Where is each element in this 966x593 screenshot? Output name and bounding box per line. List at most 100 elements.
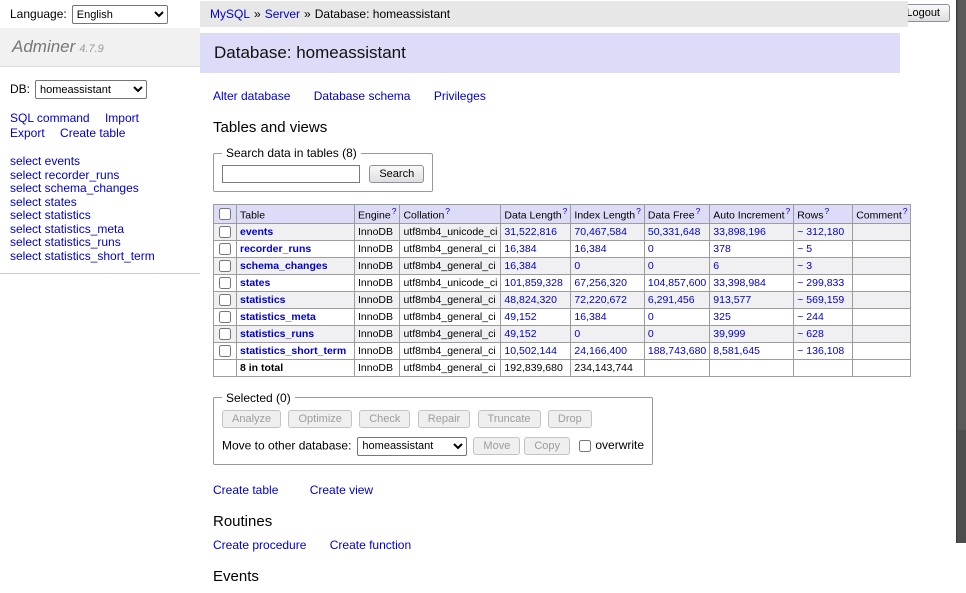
- table-name-link[interactable]: recorder_runs: [240, 243, 311, 255]
- index-length-link[interactable]: 0: [574, 328, 580, 340]
- auto-increment-link[interactable]: 33,398,984: [713, 277, 766, 289]
- data-length-link[interactable]: 101,859,328: [504, 277, 562, 289]
- selected-action-button[interactable]: Analyze: [222, 410, 281, 428]
- create-table-link[interactable]: Create table: [213, 483, 278, 497]
- data-free-link[interactable]: 50,331,648: [648, 226, 701, 238]
- index-length-link[interactable]: 16,384: [574, 243, 606, 255]
- rows-count-link[interactable]: ~ 5: [797, 243, 812, 255]
- data-length-link[interactable]: 16,384: [504, 260, 536, 272]
- data-free-link[interactable]: 0: [648, 311, 654, 323]
- row-checkbox[interactable]: [219, 243, 231, 255]
- selected-action-button[interactable]: Check: [359, 410, 410, 428]
- help-link[interactable]: ?: [563, 206, 568, 216]
- data-free-link[interactable]: 0: [648, 243, 654, 255]
- data-free-link[interactable]: 0: [648, 328, 654, 340]
- rows-count-link[interactable]: ~ 299,833: [797, 277, 844, 289]
- data-length-link[interactable]: 16,384: [504, 243, 536, 255]
- rows-count-link[interactable]: ~ 3: [797, 260, 812, 272]
- auto-increment-link[interactable]: 6: [713, 260, 719, 272]
- move-database-select[interactable]: homeassistant: [357, 437, 467, 456]
- help-link[interactable]: ?: [824, 206, 829, 216]
- index-length-link[interactable]: 70,467,584: [574, 226, 627, 238]
- help-link[interactable]: ?: [696, 206, 701, 216]
- help-link[interactable]: ?: [636, 206, 641, 216]
- table-name-link[interactable]: states: [240, 277, 270, 289]
- rows-count-link[interactable]: ~ 312,180: [797, 226, 844, 238]
- help-link[interactable]: ?: [785, 206, 790, 216]
- sidebar-link-export[interactable]: Export: [10, 126, 45, 140]
- language-select[interactable]: English: [72, 5, 168, 24]
- scrollbar[interactable]: [956, 0, 966, 543]
- sidebar-table-link[interactable]: select statistics_meta: [10, 223, 190, 237]
- copy-button[interactable]: Copy: [524, 437, 570, 455]
- table-name-link[interactable]: schema_changes: [240, 260, 328, 272]
- table-name-link[interactable]: statistics: [240, 294, 286, 306]
- sidebar-link-import[interactable]: Import: [105, 111, 139, 125]
- sidebar-table-link[interactable]: select statistics_short_term: [10, 250, 190, 264]
- create-procedure-link[interactable]: Create procedure: [213, 538, 306, 552]
- data-free-link[interactable]: 6,291,456: [648, 294, 695, 306]
- row-checkbox[interactable]: [219, 277, 231, 289]
- sidebar-link-create-table[interactable]: Create table: [60, 126, 125, 140]
- selected-action-button[interactable]: Drop: [548, 410, 592, 428]
- help-link[interactable]: ?: [445, 206, 450, 216]
- table-name-link[interactable]: statistics_meta: [240, 311, 316, 323]
- sidebar-table-link[interactable]: select statistics: [10, 209, 190, 223]
- select-all-checkbox[interactable]: [219, 208, 231, 220]
- alter-database-link[interactable]: Alter database: [213, 89, 290, 103]
- row-checkbox[interactable]: [219, 345, 231, 357]
- overwrite-checkbox[interactable]: [579, 440, 591, 452]
- auto-increment-link[interactable]: 325: [713, 311, 731, 323]
- breadcrumb-server-link[interactable]: Server: [265, 7, 300, 21]
- move-button[interactable]: Move: [473, 437, 520, 455]
- breadcrumb-mysql-link[interactable]: MySQL: [210, 7, 250, 21]
- search-button[interactable]: Search: [369, 165, 424, 183]
- db-select[interactable]: homeassistant: [35, 80, 147, 99]
- auto-increment-link[interactable]: 39,999: [713, 328, 745, 340]
- data-free-link[interactable]: 0: [648, 260, 654, 272]
- row-checkbox[interactable]: [219, 328, 231, 340]
- data-length-link[interactable]: 48,824,320: [504, 294, 557, 306]
- row-checkbox[interactable]: [219, 226, 231, 238]
- sidebar-table-link[interactable]: select recorder_runs: [10, 169, 190, 183]
- index-length-link[interactable]: 16,384: [574, 311, 606, 323]
- index-length-link[interactable]: 67,256,320: [574, 277, 627, 289]
- table-name-link[interactable]: statistics_short_term: [240, 345, 346, 357]
- rows-count-link[interactable]: ~ 569,159: [797, 294, 844, 306]
- selected-action-button[interactable]: Truncate: [478, 410, 541, 428]
- table-name-link[interactable]: statistics_runs: [240, 328, 314, 340]
- data-length-link[interactable]: 31,522,816: [504, 226, 557, 238]
- help-link[interactable]: ?: [903, 206, 908, 216]
- selected-action-button[interactable]: Optimize: [288, 410, 351, 428]
- sidebar-table-link[interactable]: select statistics_runs: [10, 236, 190, 250]
- help-link[interactable]: ?: [392, 206, 397, 216]
- auto-increment-link[interactable]: 378: [713, 243, 731, 255]
- sidebar-table-link[interactable]: select states: [10, 196, 190, 210]
- database-schema-link[interactable]: Database schema: [314, 89, 411, 103]
- selected-action-button[interactable]: Repair: [418, 410, 470, 428]
- row-checkbox[interactable]: [219, 294, 231, 306]
- index-length-link[interactable]: 24,166,400: [574, 345, 627, 357]
- data-length-link[interactable]: 10,502,144: [504, 345, 557, 357]
- create-function-link[interactable]: Create function: [330, 538, 411, 552]
- auto-increment-link[interactable]: 8,581,645: [713, 345, 760, 357]
- data-free-link[interactable]: 104,857,600: [648, 277, 706, 289]
- auto-increment-link[interactable]: 913,577: [713, 294, 751, 306]
- rows-count-link[interactable]: ~ 628: [797, 328, 824, 340]
- index-length-link[interactable]: 0: [574, 260, 580, 272]
- privileges-link[interactable]: Privileges: [434, 89, 486, 103]
- index-length-link[interactable]: 72,220,672: [574, 294, 627, 306]
- scrollbar-thumb[interactable]: [958, 0, 966, 430]
- search-input[interactable]: [222, 165, 360, 183]
- rows-count-link[interactable]: ~ 136,108: [797, 345, 844, 357]
- sidebar-table-link[interactable]: select schema_changes: [10, 182, 190, 196]
- data-length-link[interactable]: 49,152: [504, 328, 536, 340]
- data-free-link[interactable]: 188,743,680: [648, 345, 706, 357]
- table-name-link[interactable]: events: [240, 226, 273, 238]
- row-checkbox[interactable]: [219, 311, 231, 323]
- row-checkbox[interactable]: [219, 260, 231, 272]
- auto-increment-link[interactable]: 33,898,196: [713, 226, 766, 238]
- rows-count-link[interactable]: ~ 244: [797, 311, 824, 323]
- data-length-link[interactable]: 49,152: [504, 311, 536, 323]
- sidebar-link-sql-command[interactable]: SQL command: [10, 111, 90, 125]
